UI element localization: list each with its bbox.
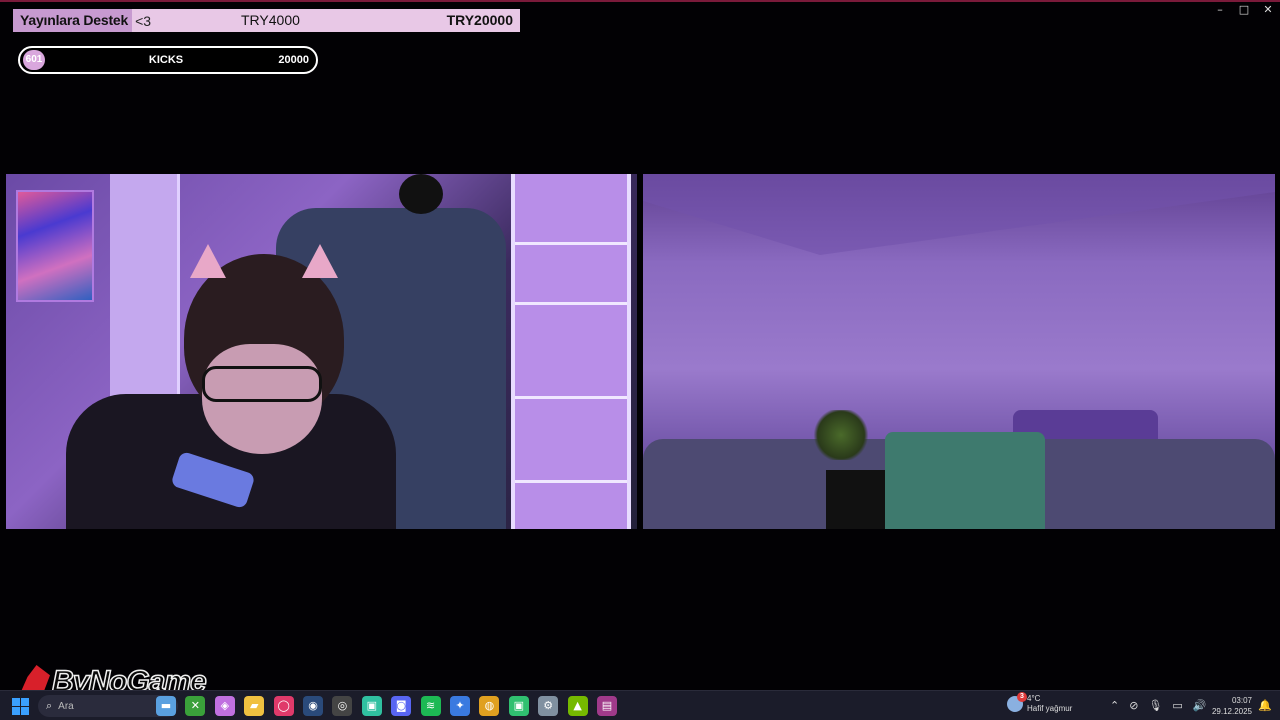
kicks-target: 20000 <box>278 54 309 66</box>
minimize-icon[interactable]: – <box>1208 2 1232 18</box>
right-shelf <box>511 174 631 529</box>
green-chair <box>885 432 1045 529</box>
xbox-icon[interactable]: ✕ <box>185 696 206 716</box>
volume-icon[interactable]: 🔊 <box>1193 699 1207 712</box>
discord-icon[interactable]: ◙ <box>391 696 412 716</box>
window-controls: – □ ✕ <box>1208 2 1280 18</box>
maximize-icon[interactable]: □ <box>1232 2 1256 18</box>
settings-icon[interactable]: ⚙ <box>538 696 559 716</box>
show-hidden-icons-icon[interactable]: ⌃ <box>1110 699 1119 712</box>
goal-title: Yayınlara Destek <box>13 9 133 32</box>
webcam-right <box>643 174 1275 529</box>
network-icon[interactable]: ✦ <box>450 696 470 716</box>
network-off-icon[interactable]: ⊘ <box>1129 699 1138 712</box>
donation-goal-bar: Yayınlara Destek <3 TRY4000 TRY20000 <box>13 9 520 32</box>
close-icon[interactable]: ✕ <box>1256 2 1280 18</box>
chrome-icon[interactable]: ◍ <box>479 696 500 716</box>
clock-time: 03:07 <box>1231 696 1252 705</box>
obs-icon[interactable]: ◎ <box>332 696 353 716</box>
weather-desc: Hafif yağmur <box>1027 704 1073 713</box>
cat-ear-headphone <box>190 244 226 278</box>
kick-icon[interactable]: ▣ <box>508 696 529 716</box>
photos-icon[interactable]: ▬ <box>156 696 176 716</box>
display-icon[interactable]: ▭ <box>1172 699 1182 712</box>
copilot-icon[interactable]: ◈ <box>214 696 235 716</box>
search-placeholder: Ara <box>58 700 74 712</box>
windows-start-icon[interactable] <box>12 698 29 715</box>
webcam-left <box>6 174 637 529</box>
glasses <box>202 366 322 402</box>
spotify-icon[interactable]: ≋ <box>420 696 441 716</box>
kicks-goal-bar: 601 KICKS 20000 <box>18 46 318 74</box>
plant <box>811 410 871 460</box>
system-clock[interactable]: 03:07 29.12.2025 <box>1212 695 1252 717</box>
kicks-label: KICKS <box>148 54 184 66</box>
weather-widget[interactable]: 3 4°C Hafif yağmur <box>1007 692 1073 714</box>
notification-icon[interactable]: 🔔 <box>1258 699 1272 712</box>
system-tray: ⌃ ⊘ 🎙 ▭ 🔊 <box>1110 699 1207 712</box>
weather-badge: 3 <box>1017 692 1027 702</box>
steam-icon[interactable]: ◉ <box>303 696 323 716</box>
weather-temp: 4°C <box>1027 694 1041 703</box>
ceiling <box>643 174 1275 255</box>
microphone-icon[interactable]: 🎙 <box>1148 699 1162 712</box>
app-icon[interactable]: ▣ <box>361 696 382 716</box>
opera-icon[interactable]: ◯ <box>273 696 294 716</box>
clock-date: 29.12.2025 <box>1211 707 1252 716</box>
goal-target-amount: TRY20000 <box>446 12 513 28</box>
goal-heart: <3 <box>135 12 152 29</box>
side-table <box>826 470 886 529</box>
file-explorer-icon[interactable]: ▰ <box>244 696 265 716</box>
search-icon: ⌕ <box>46 699 53 712</box>
goal-current-amount: TRY4000 <box>241 12 300 28</box>
winrar-icon[interactable]: ▤ <box>597 696 617 716</box>
stream-window: – □ ✕ Yayınlara Destek <3 TRY4000 TRY200… <box>0 0 1280 699</box>
wall-poster <box>16 190 94 302</box>
chair-headrest <box>399 174 443 214</box>
nvidia-icon[interactable]: ▲ <box>567 696 588 716</box>
cat-ear-headphone <box>302 244 338 278</box>
windows-taskbar: ⌕ Ara ▬ ✕ ◈ ▰ ◯ ◉ ◎ ▣ ◙ ≋ ✦ ◍ ▣ ⚙ ▲ ▤ 3 4°C Hafif yağmu… <box>0 690 1280 720</box>
weather-cloud-icon: 3 <box>1007 692 1027 712</box>
